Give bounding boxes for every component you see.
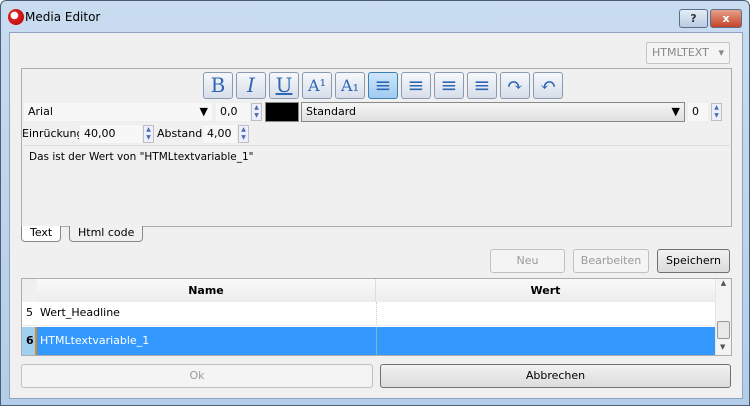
spacing-spinner[interactable]: ▲ ▼ — [238, 125, 249, 143]
cell-name: Wert_Headline — [40, 306, 120, 319]
font-size-input[interactable]: 0,0 — [215, 102, 251, 122]
dialog-body: HTMLTEXT ▾ B I U A¹ A₁ ≡ ≡ ≡ ≡ ↷ ↶ Arial ▼ 0,0 ▲ ▼ St… — [9, 32, 743, 399]
media-editor-window: Media Editor ? x HTMLTEXT ▾ B I U A¹ A₁ ≡ ≡ ≡ ≡ ↷ ↶… — [0, 0, 750, 406]
corner-header — [22, 279, 37, 302]
cell-value — [376, 327, 715, 355]
scroll-up-icon[interactable]: ▲ — [716, 279, 731, 287]
indent-input[interactable]: 40,00 — [79, 124, 143, 144]
cell-name: HTMLtextvariable_1 — [37, 327, 376, 355]
bold-icon[interactable]: B — [203, 72, 233, 99]
close-button[interactable]: x — [710, 9, 742, 28]
underline-icon[interactable]: U — [269, 72, 299, 99]
subscript-icon[interactable]: A₁ — [335, 72, 365, 99]
row-index: 6 — [22, 327, 37, 355]
table-scrollbar[interactable]: ▲ ▼ — [715, 279, 731, 355]
justify-icon[interactable]: ≡ — [434, 72, 464, 99]
type-combo-value: HTMLTEXT — [652, 46, 709, 59]
font-color-swatch[interactable] — [265, 102, 299, 122]
chevron-down-icon: ▼ — [671, 105, 680, 118]
indent-label: Einrückung: — [22, 127, 88, 140]
style-value-input[interactable]: 0 — [687, 102, 709, 122]
align-left-icon[interactable]: ≡ — [368, 72, 398, 99]
table-row[interactable]: 5 Wert_Headline — [22, 302, 715, 326]
type-combo[interactable]: HTMLTEXT ▾ — [646, 42, 730, 64]
table-row-selected[interactable]: 6 HTMLtextvariable_1 — [22, 327, 715, 355]
paragraph-style-combo[interactable]: Standard ▼ — [301, 102, 685, 122]
redo-icon[interactable]: ↶ — [533, 72, 563, 99]
editor-panel: B I U A¹ A₁ ≡ ≡ ≡ ≡ ↷ ↶ Arial ▼ 0,0 ▲ ▼ Standard ▼ 0 … — [21, 68, 732, 227]
new-button[interactable]: Neu — [490, 249, 565, 273]
italic-icon[interactable]: I — [236, 72, 266, 99]
rich-text-editor[interactable]: Das ist der Wert von "HTMLtextvariable_1… — [23, 145, 730, 226]
chevron-down-icon: ▼ — [199, 105, 208, 118]
column-header-name[interactable]: Name — [37, 279, 376, 302]
indent-spinner[interactable]: ▲ ▼ — [143, 125, 154, 143]
variables-table: Name Wert 5 Wert_Headline 6 HTMLtextvari… — [21, 278, 732, 356]
undo-icon[interactable]: ↷ — [500, 72, 530, 99]
superscript-icon[interactable]: A¹ — [302, 72, 332, 99]
ok-button[interactable]: Ok — [21, 364, 373, 388]
scroll-thumb[interactable] — [717, 321, 730, 339]
window-title: Media Editor — [25, 10, 101, 24]
font-size-spinner[interactable]: ▲ ▼ — [251, 103, 262, 121]
edit-button[interactable]: Bearbeiten — [573, 249, 649, 273]
save-button[interactable]: Speichern — [657, 249, 730, 273]
align-center-icon[interactable]: ≡ — [401, 72, 431, 99]
column-header-value[interactable]: Wert — [376, 279, 715, 302]
app-icon — [8, 9, 24, 25]
tab-text[interactable]: Text — [21, 226, 62, 242]
align-right-icon[interactable]: ≡ — [467, 72, 497, 99]
scroll-down-icon[interactable]: ▼ — [720, 343, 725, 351]
tab-html-code[interactable]: Html code — [69, 226, 144, 242]
style-value-spinner[interactable]: ▲ ▼ — [711, 103, 722, 121]
cell-value — [376, 302, 377, 326]
help-button[interactable]: ? — [679, 9, 708, 28]
cancel-button[interactable]: Abbrechen — [380, 364, 731, 388]
chevron-down-icon: ▾ — [718, 46, 724, 59]
spacing-label: Abstand: — [157, 127, 206, 140]
spacing-input[interactable]: 4,00 — [202, 124, 238, 144]
font-family-combo[interactable]: Arial ▼ — [23, 102, 213, 122]
row-index: 5 — [26, 306, 33, 319]
